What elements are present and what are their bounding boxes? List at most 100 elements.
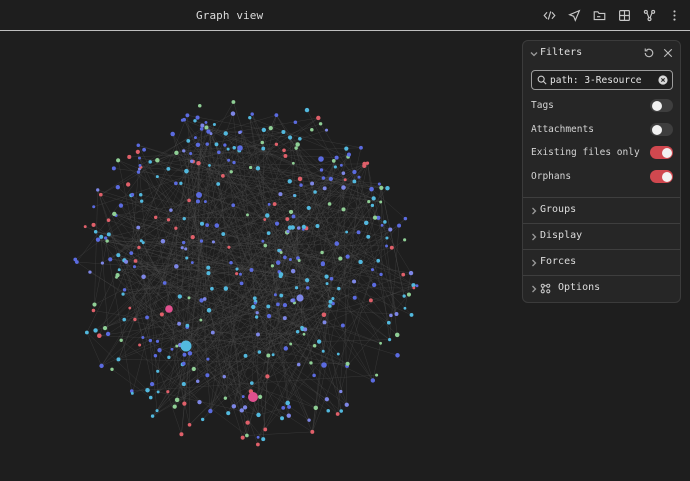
graph-node[interactable] — [341, 171, 346, 175]
graph-node[interactable] — [170, 347, 174, 351]
graph-node[interactable] — [138, 163, 142, 167]
graph-node[interactable] — [182, 401, 187, 406]
graph-node[interactable] — [202, 297, 207, 301]
graph-node[interactable] — [214, 223, 220, 228]
graph-node[interactable] — [199, 127, 204, 131]
graph-node[interactable] — [344, 402, 349, 407]
graph-node[interactable] — [240, 435, 245, 440]
graph-node[interactable] — [121, 292, 125, 296]
graph-node[interactable] — [96, 188, 100, 192]
graph-node[interactable] — [340, 323, 345, 328]
graph-node[interactable] — [343, 178, 347, 182]
graph-node[interactable] — [184, 247, 188, 251]
graph-node[interactable] — [287, 179, 292, 184]
graph-node[interactable] — [229, 260, 233, 265]
graph-node[interactable] — [286, 413, 291, 418]
graph-node[interactable] — [335, 412, 340, 416]
graph-node[interactable] — [283, 346, 288, 351]
graph-node[interactable] — [310, 429, 315, 434]
graph-node[interactable] — [153, 353, 158, 358]
graph-node[interactable] — [352, 179, 357, 184]
graph-node[interactable] — [180, 118, 185, 122]
graph-node[interactable] — [316, 339, 322, 344]
graph-node[interactable] — [290, 268, 296, 274]
graph-node[interactable] — [136, 170, 141, 174]
graph-node[interactable] — [232, 160, 236, 165]
graph-node[interactable] — [293, 120, 298, 125]
graph-node[interactable] — [187, 351, 193, 356]
graph-node[interactable] — [217, 150, 221, 155]
graph-node[interactable] — [321, 312, 327, 318]
graph-node[interactable] — [73, 257, 78, 262]
graph-node[interactable] — [337, 286, 341, 291]
graph-node[interactable] — [153, 215, 158, 220]
graph-node[interactable] — [235, 267, 239, 271]
graph-node[interactable] — [345, 230, 349, 234]
graph-node[interactable] — [297, 259, 301, 263]
graph-node[interactable] — [105, 239, 109, 243]
graph-node[interactable] — [291, 161, 295, 165]
graph-node[interactable] — [210, 330, 215, 335]
graph-node[interactable] — [169, 208, 173, 212]
graph-node[interactable] — [209, 132, 213, 136]
graph-node[interactable] — [251, 304, 256, 310]
graph-node[interactable] — [100, 261, 104, 265]
section-groups[interactable]: Groups — [523, 197, 680, 223]
graph-node[interactable] — [321, 349, 325, 353]
graph-node[interactable] — [180, 246, 184, 250]
graph-node[interactable] — [352, 169, 357, 175]
graph-node[interactable] — [116, 357, 121, 362]
graph-node[interactable] — [327, 202, 332, 206]
graph-node[interactable] — [294, 286, 299, 290]
graph-node[interactable] — [281, 130, 286, 135]
graph-node[interactable] — [266, 313, 272, 319]
graph-node[interactable] — [91, 308, 96, 313]
graph-node[interactable] — [282, 148, 286, 153]
graph-node[interactable] — [394, 332, 400, 338]
graph-node[interactable] — [238, 130, 242, 135]
graph-node[interactable] — [177, 321, 182, 326]
graph-node[interactable] — [195, 142, 201, 148]
graph-node[interactable] — [285, 400, 290, 406]
graph-node[interactable] — [245, 433, 249, 438]
graph-node[interactable] — [206, 357, 210, 361]
graph-node[interactable] — [388, 338, 392, 342]
graph-node[interactable] — [257, 350, 262, 354]
graph-node[interactable] — [328, 304, 332, 308]
graph-node[interactable] — [298, 137, 302, 141]
graph-node[interactable] — [312, 343, 317, 348]
graph-node[interactable] — [403, 216, 408, 221]
graph-node[interactable] — [184, 168, 189, 174]
graph-node[interactable] — [231, 404, 237, 409]
graph-node[interactable] — [273, 293, 277, 297]
graph-node[interactable] — [261, 437, 266, 442]
graph-node[interactable] — [282, 316, 287, 321]
graph-node[interactable] — [150, 414, 155, 418]
graph-node[interactable] — [212, 122, 216, 127]
graph-hub-node[interactable] — [321, 362, 327, 368]
graph-node[interactable] — [127, 154, 132, 160]
graph-node[interactable] — [322, 320, 327, 325]
graph-node[interactable] — [174, 397, 180, 403]
graph-node[interactable] — [261, 239, 265, 243]
graph-node[interactable] — [102, 326, 108, 331]
grid-icon[interactable] — [615, 6, 634, 25]
graph-node[interactable] — [299, 183, 303, 187]
graph-node[interactable] — [211, 240, 216, 244]
graph-node[interactable] — [341, 207, 346, 212]
graph-node[interactable] — [415, 284, 419, 288]
graph-node[interactable] — [388, 227, 393, 232]
graph-node[interactable] — [366, 234, 371, 239]
graph-node[interactable] — [339, 163, 343, 167]
graph-node[interactable] — [401, 272, 406, 277]
graph-node[interactable] — [235, 272, 239, 276]
graph-node[interactable] — [385, 185, 390, 191]
graph-node[interactable] — [344, 146, 349, 151]
graph-node[interactable] — [204, 120, 208, 124]
graph-node[interactable] — [119, 338, 123, 343]
graph-node[interactable] — [191, 366, 196, 372]
graph-node[interactable] — [296, 362, 301, 367]
graph-node[interactable] — [185, 113, 190, 118]
graph-node[interactable] — [245, 420, 250, 425]
graph-node[interactable] — [263, 218, 267, 221]
